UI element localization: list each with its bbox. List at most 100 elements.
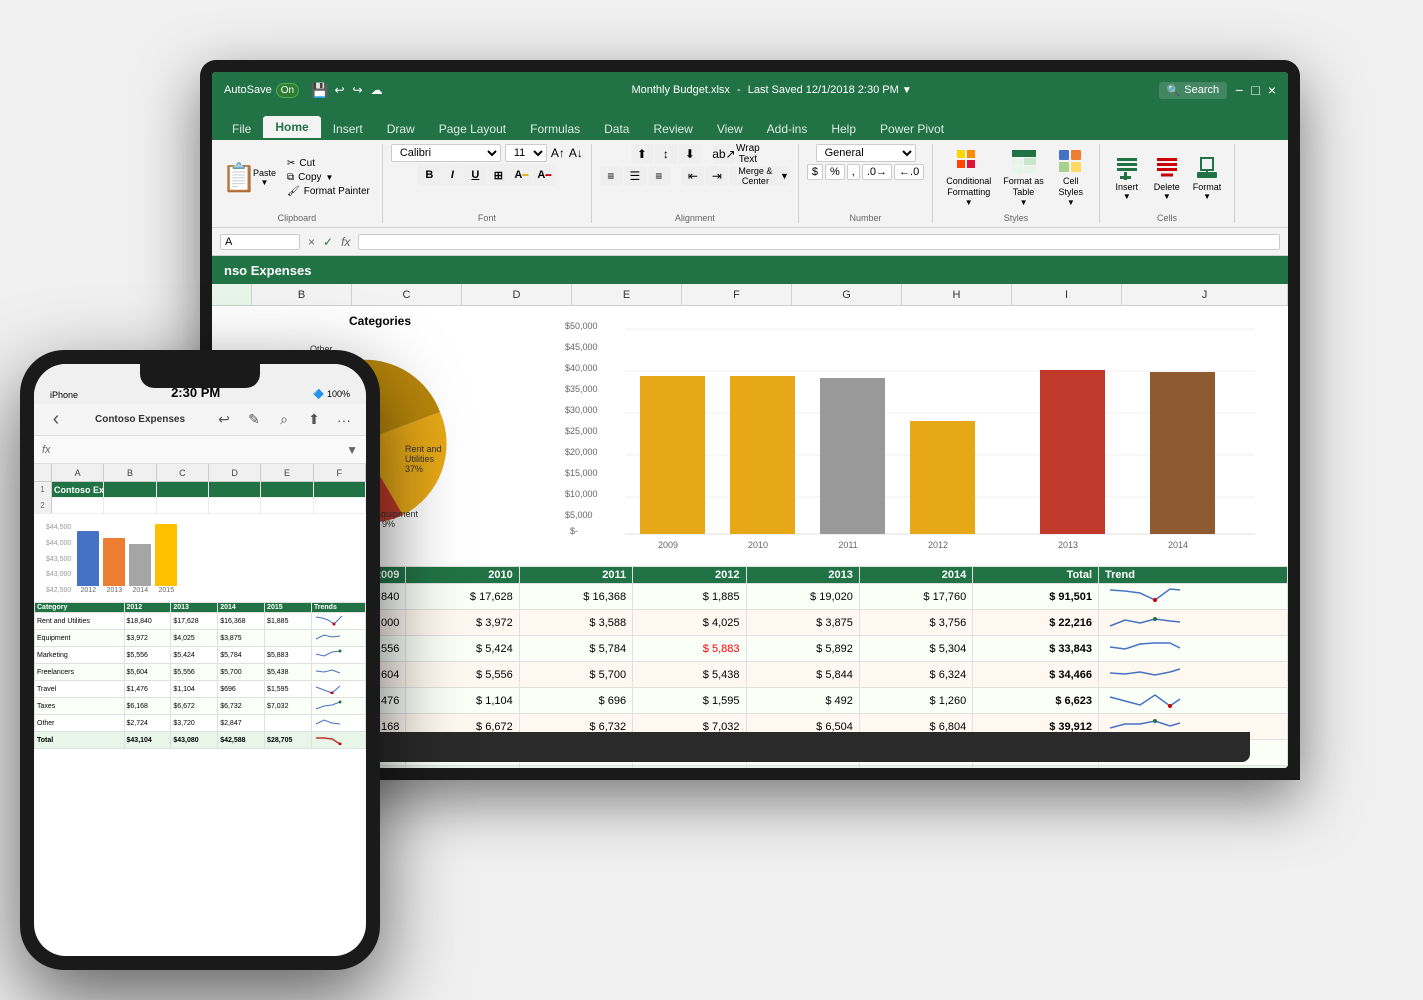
phone-row6-v1[interactable]: $6,168 (124, 698, 171, 715)
phone-row4-v2[interactable]: $5,556 (171, 664, 218, 681)
row-2-2010[interactable]: $ 3,972 (406, 610, 519, 636)
phone-row5-v4[interactable]: $1,595 (265, 681, 312, 698)
tab-file[interactable]: File (220, 118, 263, 140)
align-bottom-button[interactable]: ⬇ (679, 144, 701, 164)
phone-row7-v3[interactable]: $2,847 (218, 715, 265, 732)
row-2-2012[interactable]: $ 4,025 (633, 610, 746, 636)
format-painter-button[interactable]: 🖌 Format Painter (283, 185, 374, 198)
tab-help[interactable]: Help (819, 118, 868, 140)
phone-row5-v2[interactable]: $1,104 (171, 681, 218, 698)
number-format-select[interactable]: General (816, 144, 916, 162)
align-center-button[interactable]: ☰ (624, 166, 646, 186)
row-4-2013[interactable]: $ 5,844 (746, 662, 859, 688)
tab-power-pivot[interactable]: Power Pivot (868, 118, 956, 140)
cell-styles-button[interactable]: CellStyles ▼ (1051, 145, 1091, 210)
fill-color-button[interactable]: A▬ (510, 164, 532, 186)
insert-dropdown-icon[interactable]: ▼ (1123, 192, 1131, 201)
tab-view[interactable]: View (705, 118, 755, 140)
row-2-2011[interactable]: $ 3,588 (519, 610, 632, 636)
row-4-2010[interactable]: $ 5,556 (406, 662, 519, 688)
merge-center-button[interactable]: Merge & Center ▼ (730, 166, 790, 186)
bold-button[interactable]: B (418, 164, 440, 186)
tab-formulas[interactable]: Formulas (518, 118, 592, 140)
phone-row2-v2[interactable]: $4,025 (171, 630, 218, 647)
row-3-2014[interactable]: $ 5,304 (859, 636, 972, 662)
formula-input[interactable] (358, 234, 1280, 250)
col-header-e[interactable]: E (572, 284, 682, 305)
format-dropdown-icon[interactable]: ▼ (1203, 192, 1211, 201)
increase-indent-button[interactable]: ⇥ (706, 166, 728, 186)
maximize-icon[interactable]: □ (1251, 82, 1259, 98)
row-3-2011[interactable]: $ 5,784 (519, 636, 632, 662)
row-4-2011[interactable]: $ 5,700 (519, 662, 632, 688)
cut-button[interactable]: ✂ Cut (283, 157, 374, 170)
cloud-icon[interactable]: ☁ (371, 83, 383, 97)
row-1-2014[interactable]: $ 17,760 (859, 584, 972, 610)
phone-col-f[interactable]: F (314, 464, 366, 481)
row-5-2012[interactable]: $ 1,595 (633, 688, 746, 714)
tab-add-ins[interactable]: Add-ins (755, 118, 820, 140)
merge-dropdown-icon[interactable]: ▼ (780, 171, 789, 181)
phone-share-button[interactable]: ⬆ (300, 406, 328, 434)
phone-row3-cat[interactable]: Marketing (35, 647, 125, 664)
phone-row1-cat[interactable]: Rent and Utilities (35, 613, 125, 630)
phone-cell-2f[interactable] (314, 498, 366, 514)
name-box[interactable] (220, 234, 300, 250)
phone-row7-cat[interactable]: Other (35, 715, 125, 732)
col-header-i[interactable]: I (1012, 284, 1122, 305)
cf-dropdown-icon[interactable]: ▼ (965, 198, 973, 207)
conditional-formatting-button[interactable]: ConditionalFormatting ▼ (941, 145, 996, 210)
delete-button[interactable]: Delete ▼ (1148, 151, 1186, 205)
table-dropdown-icon[interactable]: ▼ (1020, 198, 1028, 207)
phone-search-button[interactable]: ⌕ (270, 406, 298, 434)
phone-row3-v4[interactable]: $5,883 (265, 647, 312, 664)
format-as-table-button[interactable]: Format asTable ▼ (998, 145, 1049, 210)
font-size-select[interactable]: 11 (505, 144, 547, 162)
phone-row5-cat[interactable]: Travel (35, 681, 125, 698)
row-2-2014[interactable]: $ 3,756 (859, 610, 972, 636)
row-1-2010[interactable]: $ 17,628 (406, 584, 519, 610)
phone-cell-2c[interactable] (157, 498, 209, 514)
col-header-c[interactable]: C (352, 284, 462, 305)
phone-row7-v2[interactable]: $3,720 (171, 715, 218, 732)
row-1-2013[interactable]: $ 19,020 (746, 584, 859, 610)
close-icon[interactable]: × (1268, 82, 1276, 98)
phone-row7-v4[interactable] (265, 715, 312, 732)
phone-row6-v3[interactable]: $6,732 (218, 698, 265, 715)
font-family-select[interactable]: Calibri (391, 144, 501, 162)
phone-row6-v2[interactable]: $6,672 (171, 698, 218, 715)
row-5-2013[interactable]: $ 492 (746, 688, 859, 714)
phone-col-e[interactable]: E (261, 464, 313, 481)
row-5-2010[interactable]: $ 1,104 (406, 688, 519, 714)
col-header-j[interactable]: J (1122, 284, 1288, 305)
phone-cell-2a[interactable] (52, 498, 104, 514)
currency-button[interactable]: $ (807, 164, 823, 180)
decrease-indent-button[interactable]: ⇤ (682, 166, 704, 186)
align-right-button[interactable]: ≡ (648, 166, 670, 186)
phone-row4-v1[interactable]: $5,604 (124, 664, 171, 681)
phone-row5-v3[interactable]: $696 (218, 681, 265, 698)
phone-row2-v1[interactable]: $3,972 (124, 630, 171, 647)
col-header-d[interactable]: D (462, 284, 572, 305)
undo-title-icon[interactable]: ↩ (334, 83, 344, 97)
phone-back-button[interactable]: ‹ (42, 406, 70, 434)
underline-button[interactable]: U (464, 164, 486, 186)
phone-undo-button[interactable]: ↩ (210, 406, 238, 434)
row-1-2012[interactable]: $ 1,885 (633, 584, 746, 610)
insert-button[interactable]: Insert ▼ (1108, 151, 1146, 205)
phone-row6-v4[interactable]: $7,032 (265, 698, 312, 715)
angle-text-button[interactable]: ab↗ (713, 144, 735, 164)
cs-dropdown-icon[interactable]: ▼ (1067, 198, 1075, 207)
phone-row2-v4[interactable] (265, 630, 312, 647)
row-1-2011[interactable]: $ 16,368 (519, 584, 632, 610)
phone-edit-button[interactable]: ✎ (240, 406, 268, 434)
phone-cell-title[interactable]: Contoso Expenses (52, 482, 104, 498)
tab-draw[interactable]: Draw (375, 118, 427, 140)
copy-button[interactable]: ⧉ Copy ▼ (283, 171, 374, 184)
italic-button[interactable]: I (441, 164, 463, 186)
phone-col-a[interactable]: A (52, 464, 104, 481)
row-5-2011[interactable]: $ 696 (519, 688, 632, 714)
phone-row4-cat[interactable]: Freelancers (35, 664, 125, 681)
phone-row4-v3[interactable]: $5,700 (218, 664, 265, 681)
phone-cell-2e[interactable] (261, 498, 313, 514)
